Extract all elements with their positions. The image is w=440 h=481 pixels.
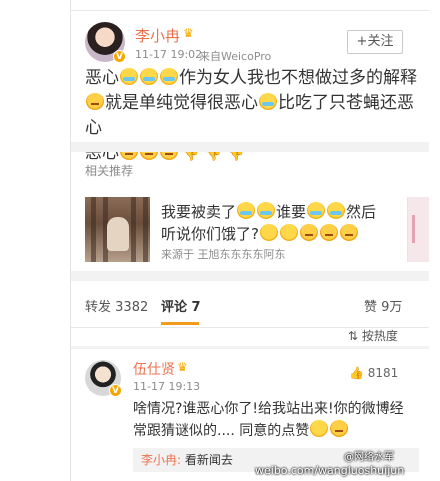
watermark-handle: @网络水军 — [344, 452, 394, 463]
sort-icon: ⇅ — [348, 329, 359, 343]
post-text-segment: 就是单纯觉得很恶心 — [105, 93, 258, 113]
active-tab-indicator — [161, 322, 199, 325]
related-thumbnail[interactable] — [85, 197, 150, 262]
like-tab[interactable]: 赞 9万 — [364, 296, 402, 315]
crying-emoji-icon — [259, 93, 277, 110]
comment-like-button[interactable]: 👍 8181 — [349, 366, 398, 380]
surprised-emoji-icon — [319, 224, 338, 241]
grin-emoji-icon — [330, 420, 349, 437]
thumbs-up-icon: 👍 — [349, 366, 364, 380]
post-text-segment: 作为女人我也不想做过多的解释 — [179, 68, 417, 88]
repost-tab[interactable]: 转发 3382 — [85, 296, 148, 315]
section-divider — [71, 142, 429, 152]
reply-author[interactable]: 李小冉: — [141, 453, 181, 467]
angry-emoji-icon — [86, 93, 104, 110]
related-section-label: 相关推荐 — [85, 164, 134, 178]
surprised-emoji-icon — [299, 224, 318, 241]
crying-emoji-icon — [237, 202, 256, 219]
verified-badge-icon: V — [109, 384, 122, 397]
section-divider — [71, 346, 429, 349]
post-source: 来自WeicoPro — [199, 50, 272, 63]
crown-icon: ♛ — [177, 360, 188, 374]
comment-text: 啥情况?谁恶心你了!给我站出来!你的微博经常跟猜谜似的.... 同意的点赞 — [133, 401, 404, 439]
comment-time: 11-17 19:13 — [133, 380, 201, 393]
related-source-user[interactable]: 王旭东东东东阿东 — [198, 248, 286, 261]
commenter-name[interactable]: 伍仕贤 — [133, 359, 175, 379]
verified-badge-icon: V — [113, 50, 126, 63]
surprised-emoji-icon — [339, 224, 358, 241]
comment-tab[interactable]: 评论 7 — [161, 296, 201, 315]
crying-emoji-icon — [160, 68, 178, 85]
crying-emoji-icon — [257, 202, 276, 219]
top-divider — [71, 10, 429, 11]
crying-emoji-icon — [120, 68, 138, 85]
sort-by-popularity-button[interactable]: ⇅ 按热度 — [348, 327, 398, 344]
thumbnail-figure — [107, 217, 129, 251]
reply-text: 看新闻去 — [184, 453, 233, 467]
smirk-emoji-icon — [259, 224, 278, 241]
author-name[interactable]: 李小冉 — [135, 25, 180, 46]
post-text-segment: 恶心 — [85, 68, 119, 88]
crying-emoji-icon — [327, 202, 346, 219]
post-time: 11-17 19:02 — [135, 48, 203, 61]
smirk-emoji-icon — [279, 224, 298, 241]
crown-icon: ♛ — [183, 26, 194, 40]
section-divider — [71, 271, 429, 281]
related-card-next[interactable] — [407, 197, 429, 262]
follow-button[interactable]: +关注 — [347, 30, 403, 54]
crying-emoji-icon — [140, 68, 158, 85]
crying-emoji-icon — [307, 202, 326, 219]
watermark-url: weibo.com/wangluoshuijun — [255, 464, 405, 477]
laughing-emoji-icon — [310, 420, 329, 437]
related-source: 来源于 王旭东东东东阿东 — [161, 248, 286, 261]
related-title[interactable]: 我要被卖了 谁要 然后 听说你们饿了? — [161, 201, 401, 245]
weibo-post-frame: V 李小冉 ♛ 11-17 19:02 来自WeicoPro +关注 恶心 作为女… — [70, 0, 429, 481]
post-action-bar: 转发 3382 评论 7 赞 9万 — [71, 288, 429, 328]
